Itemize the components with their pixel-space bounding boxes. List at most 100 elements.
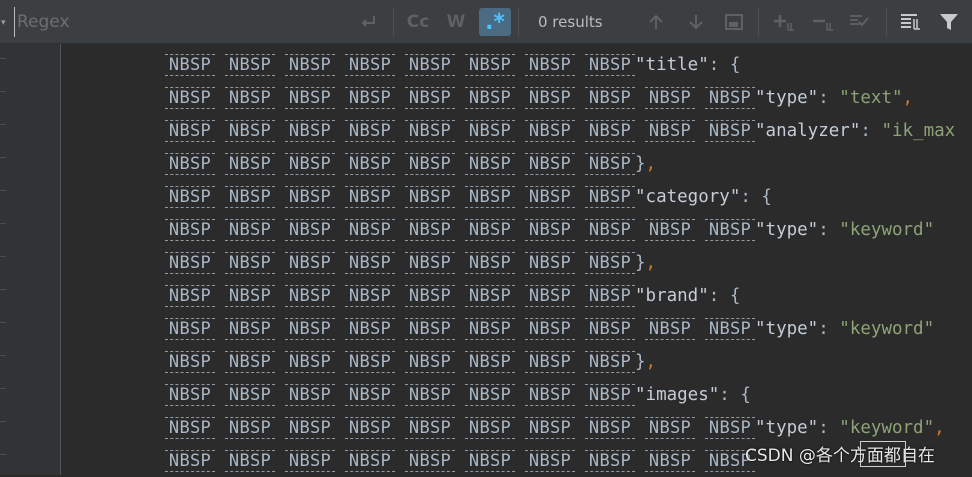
nbsp-marker: NBSP — [405, 416, 455, 439]
nbsp-marker: NBSP — [465, 185, 515, 208]
nbsp-marker: NBSP — [345, 416, 395, 439]
add-selection-icon[interactable] — [770, 8, 798, 36]
gutter-marker — [0, 58, 6, 59]
nbsp-marker: NBSP — [585, 53, 635, 76]
nbsp-marker: NBSP — [645, 416, 695, 439]
code-token: , — [934, 417, 945, 438]
arrow-down-icon[interactable] — [684, 8, 708, 36]
nbsp-marker: NBSP — [405, 350, 455, 373]
code-token: , — [645, 351, 657, 372]
remove-selection-icon[interactable] — [809, 8, 837, 36]
nbsp-marker: NBSP — [525, 251, 575, 274]
nbsp-marker: NBSP — [585, 317, 635, 340]
nbsp-marker: NBSP — [165, 185, 215, 208]
nbsp-marker: NBSP — [585, 86, 635, 109]
nbsp-marker: NBSP — [165, 317, 215, 340]
code-token: "type" — [755, 318, 819, 339]
regex-button[interactable]: .* — [479, 8, 511, 36]
code-token: : — [818, 87, 840, 108]
nbsp-marker: NBSP — [165, 449, 215, 472]
match-case-button[interactable]: Cc — [404, 8, 432, 36]
nbsp-marker: NBSP — [225, 152, 275, 175]
code-token: "category" — [635, 186, 741, 207]
nbsp-marker: NBSP — [525, 350, 575, 373]
nbsp-marker: NBSP — [525, 218, 575, 241]
code-token: "analyzer" — [755, 120, 861, 141]
nbsp-marker: NBSP — [585, 350, 635, 373]
nbsp-marker: NBSP — [645, 449, 695, 472]
code-token: "text" — [839, 87, 903, 108]
nbsp-marker: NBSP — [585, 152, 635, 175]
nbsp-marker: NBSP — [165, 53, 215, 76]
nbsp-marker: NBSP — [285, 449, 335, 472]
code-token: "type" — [755, 417, 819, 438]
gutter-marker — [0, 190, 6, 191]
nbsp-marker: NBSP — [585, 119, 635, 142]
nbsp-marker: NBSP — [645, 86, 695, 109]
nbsp-marker: NBSP — [405, 185, 455, 208]
nbsp-marker: NBSP — [165, 152, 215, 175]
select-all-icon[interactable] — [722, 8, 746, 36]
nbsp-marker: NBSP — [705, 416, 755, 439]
search-input[interactable] — [14, 7, 344, 37]
nbsp-marker: NBSP — [525, 53, 575, 76]
gutter-marker — [0, 421, 6, 422]
history-dropdown-icon[interactable]: ▾ — [1, 18, 6, 28]
nbsp-marker: NBSP — [225, 284, 275, 307]
code-token: : { — [708, 54, 741, 75]
nbsp-marker: NBSP — [705, 119, 755, 142]
filter-icon[interactable] — [936, 8, 962, 36]
nbsp-marker: NBSP — [465, 383, 515, 406]
nbsp-marker: NBSP — [465, 152, 515, 175]
code-line: NBSP NBSP NBSP NBSP NBSP NBSP NBSP NBSP}, — [165, 147, 955, 180]
nbsp-marker: NBSP — [225, 449, 275, 472]
nbsp-marker: NBSP — [225, 86, 275, 109]
select-occurrences-icon[interactable] — [846, 8, 874, 36]
nbsp-marker: NBSP — [285, 284, 335, 307]
nbsp-marker: NBSP — [225, 383, 275, 406]
nbsp-marker: NBSP — [705, 317, 755, 340]
nbsp-marker: NBSP — [225, 218, 275, 241]
editor-gutter — [0, 44, 61, 475]
gutter-marker — [0, 157, 6, 158]
nbsp-marker: NBSP — [345, 317, 395, 340]
nbsp-marker: NBSP — [525, 86, 575, 109]
gutter-marker — [0, 355, 6, 356]
nbsp-marker: NBSP — [165, 383, 215, 406]
code-token: : — [860, 120, 882, 141]
gutter-marker — [0, 454, 6, 455]
gutter-marker — [0, 322, 6, 323]
newline-icon[interactable] — [356, 8, 380, 36]
nbsp-marker: NBSP — [405, 251, 455, 274]
nbsp-marker: NBSP — [405, 317, 455, 340]
nbsp-marker: NBSP — [225, 416, 275, 439]
nbsp-marker: NBSP — [645, 119, 695, 142]
find-toolbar: ▾ Cc W .* 0 results — [0, 0, 972, 44]
code-token: , — [645, 252, 657, 273]
code-line: NBSP NBSP NBSP NBSP NBSP NBSP NBSP NBSP NBSP NBSP… — [165, 411, 955, 444]
code-line: NBSP NBSP NBSP NBSP NBSP NBSP NBSP NBSP NBSP NBSP… — [165, 312, 955, 345]
gutter-marker — [0, 289, 6, 290]
nbsp-marker: NBSP — [405, 119, 455, 142]
arrow-up-icon[interactable] — [644, 8, 668, 36]
gutter-marker — [0, 256, 6, 257]
nbsp-marker: NBSP — [525, 383, 575, 406]
nbsp-marker: NBSP — [345, 119, 395, 142]
code-token: "type" — [755, 87, 819, 108]
code-line: NBSP NBSP NBSP NBSP NBSP NBSP NBSP NBSP}, — [165, 345, 955, 378]
nbsp-marker: NBSP — [345, 383, 395, 406]
nbsp-marker: NBSP — [165, 119, 215, 142]
words-button[interactable]: W — [444, 8, 468, 36]
code-editor[interactable]: NBSP NBSP NBSP NBSP NBSP NBSP NBSP NBSP "title":… — [0, 44, 972, 475]
code-token: , — [902, 87, 914, 108]
nbsp-marker: NBSP — [285, 350, 335, 373]
nbsp-marker: NBSP — [465, 119, 515, 142]
nbsp-marker: NBSP — [465, 251, 515, 274]
nbsp-marker: NBSP — [345, 350, 395, 373]
nbsp-marker: NBSP — [585, 449, 635, 472]
nbsp-marker: NBSP — [345, 251, 395, 274]
code-token: : — [818, 417, 840, 438]
filter-settings-icon[interactable] — [898, 8, 924, 36]
code-token: } — [635, 252, 646, 273]
code-token: "type" — [755, 219, 819, 240]
